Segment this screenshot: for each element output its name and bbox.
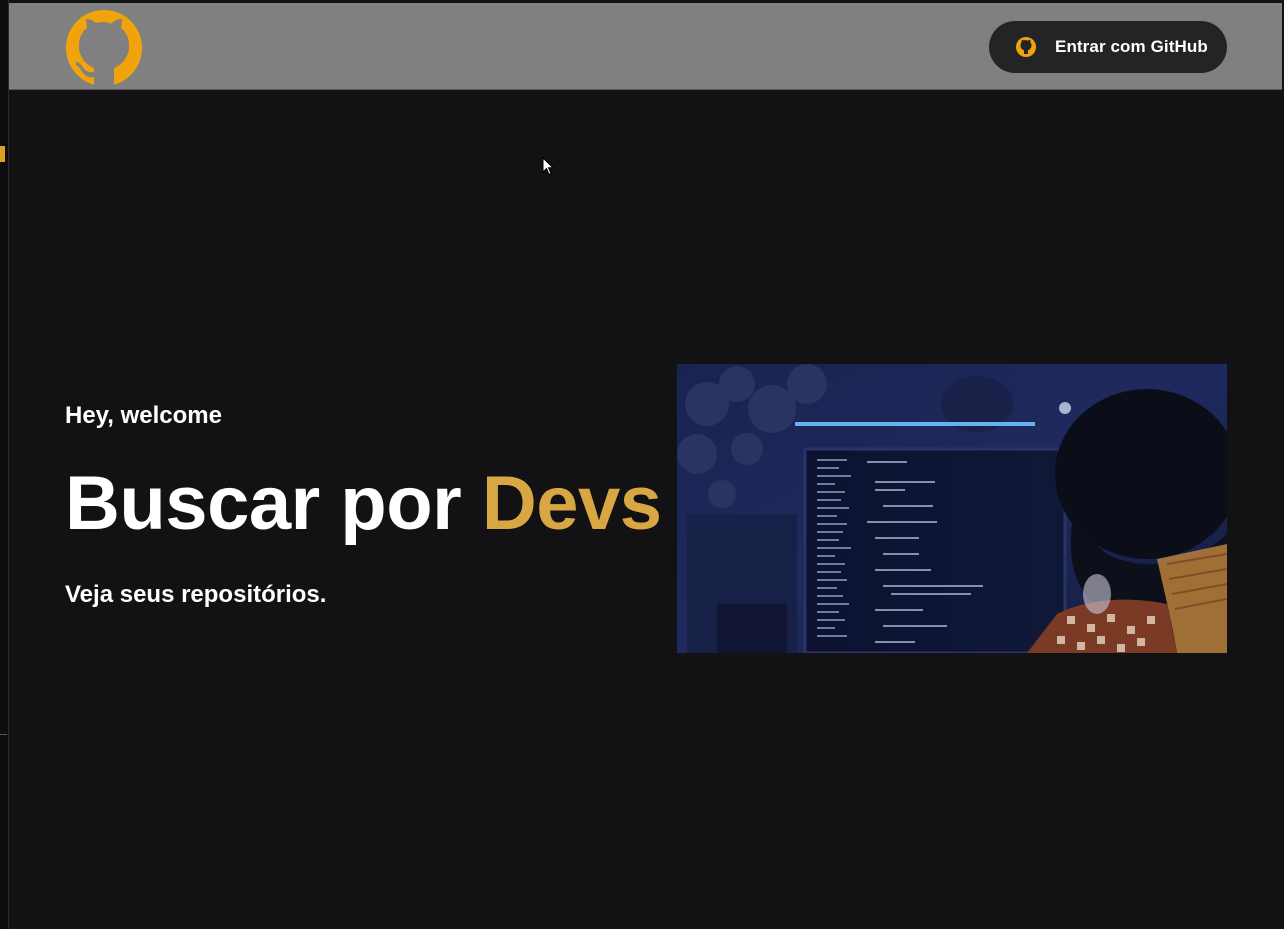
window-edge [0, 0, 9, 929]
headline-prefix: Buscar por [65, 461, 482, 546]
page-title: Buscar por Devs [65, 466, 662, 542]
subtitle-text: Veja seus repositórios. [65, 581, 327, 608]
developer-coding-image [677, 364, 1227, 653]
top-header: Entrar com GitHub [9, 3, 1282, 90]
edge-marker [0, 146, 5, 162]
github-octocat-icon[interactable] [66, 10, 142, 86]
greeting-text: Hey, welcome [65, 402, 222, 429]
login-button-label: Entrar com GitHub [1055, 37, 1208, 56]
mouse-cursor-icon [542, 157, 554, 176]
edge-divider [0, 734, 7, 735]
app-window: Entrar com GitHub Hey, welcome Buscar po… [0, 0, 1284, 929]
login-github-button[interactable]: Entrar com GitHub [989, 21, 1227, 73]
github-icon [1015, 36, 1037, 58]
headline-accent: Devs [481, 461, 662, 546]
